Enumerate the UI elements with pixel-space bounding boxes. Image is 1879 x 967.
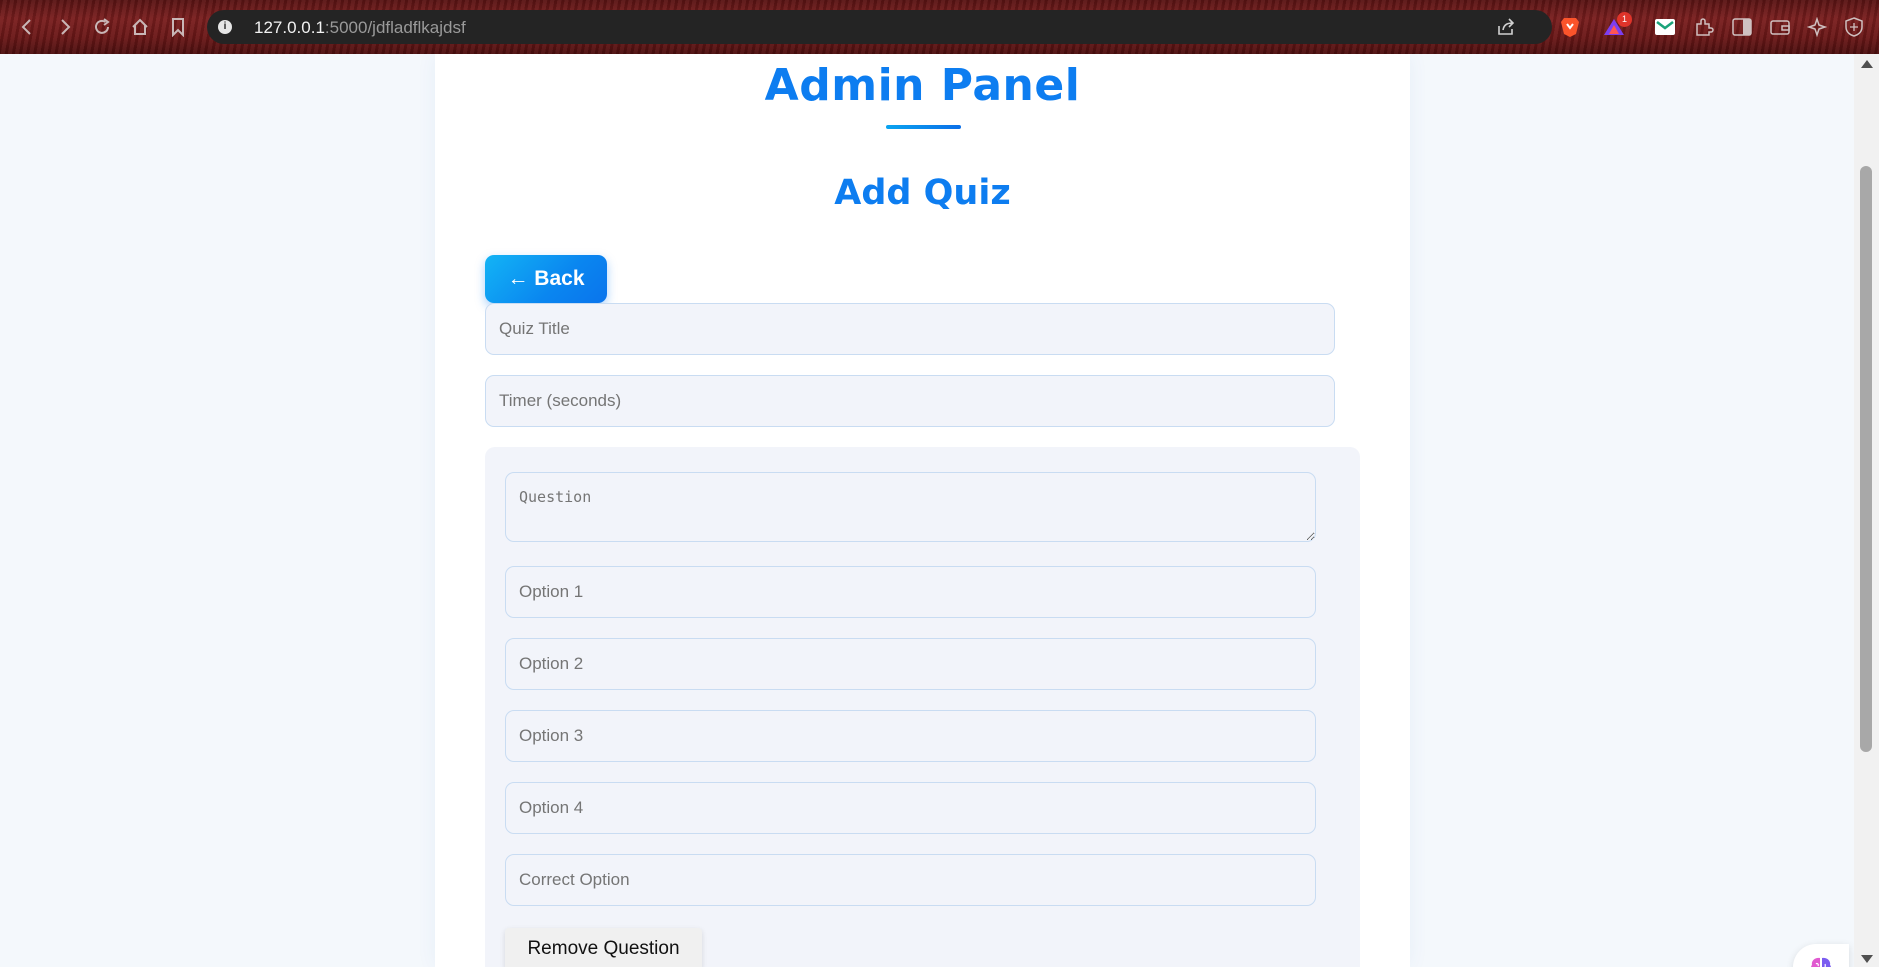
brave-rewards-icon[interactable]: 1 bbox=[1602, 12, 1632, 39]
timer-input[interactable] bbox=[485, 375, 1335, 427]
title-underline bbox=[886, 125, 961, 129]
quiz-title-input[interactable] bbox=[485, 303, 1335, 355]
address-bar[interactable]: i 127.0.0.1:5000/jdfladflkajdsf bbox=[207, 10, 1552, 44]
reload-icon[interactable] bbox=[89, 14, 115, 40]
leo-ai-icon[interactable] bbox=[1805, 15, 1829, 39]
section-title: Add Quiz bbox=[834, 173, 1011, 213]
option-2-input[interactable] bbox=[505, 638, 1316, 690]
brain-assistant-icon[interactable] bbox=[1793, 944, 1849, 967]
share-icon[interactable] bbox=[1496, 17, 1516, 37]
question-textarea[interactable] bbox=[505, 472, 1316, 542]
correct-option-input[interactable] bbox=[505, 854, 1316, 906]
back-button[interactable]: ← Back bbox=[485, 255, 607, 303]
extensions-icon[interactable] bbox=[1692, 15, 1716, 39]
page-scrollbar[interactable] bbox=[1854, 54, 1879, 967]
browser-toolbar: i 127.0.0.1:5000/jdfladflkajdsf 1 bbox=[0, 0, 1879, 54]
bookmark-icon[interactable] bbox=[165, 14, 191, 40]
home-icon[interactable] bbox=[127, 14, 153, 40]
option-4-input[interactable] bbox=[505, 782, 1316, 834]
admin-panel-card: Admin Panel Add Quiz ← Back Remove Quest… bbox=[435, 54, 1410, 967]
page-viewport: Admin Panel Add Quiz ← Back Remove Quest… bbox=[0, 54, 1854, 967]
mail-extension-icon[interactable] bbox=[1653, 15, 1677, 39]
option-3-input[interactable] bbox=[505, 710, 1316, 762]
brave-shields-icon[interactable] bbox=[1558, 15, 1582, 39]
remove-question-button[interactable]: Remove Question bbox=[505, 928, 702, 967]
scrollbar-thumb[interactable] bbox=[1860, 166, 1872, 752]
scroll-up-arrow-icon[interactable] bbox=[1861, 60, 1873, 68]
url-text: 127.0.0.1:5000/jdfladflkajdsf bbox=[254, 18, 466, 37]
question-card: Remove Question bbox=[485, 447, 1360, 967]
option-1-input[interactable] bbox=[505, 566, 1316, 618]
back-icon[interactable] bbox=[14, 14, 40, 40]
rewards-badge: 1 bbox=[1617, 12, 1632, 27]
forward-icon[interactable] bbox=[52, 14, 78, 40]
page-title: Admin Panel bbox=[764, 60, 1081, 111]
vpn-icon[interactable] bbox=[1842, 15, 1866, 39]
sidebar-icon[interactable] bbox=[1730, 15, 1754, 39]
scroll-down-arrow-icon[interactable] bbox=[1861, 955, 1873, 963]
wallet-icon[interactable] bbox=[1768, 15, 1792, 39]
site-info-icon[interactable]: i bbox=[218, 20, 232, 34]
